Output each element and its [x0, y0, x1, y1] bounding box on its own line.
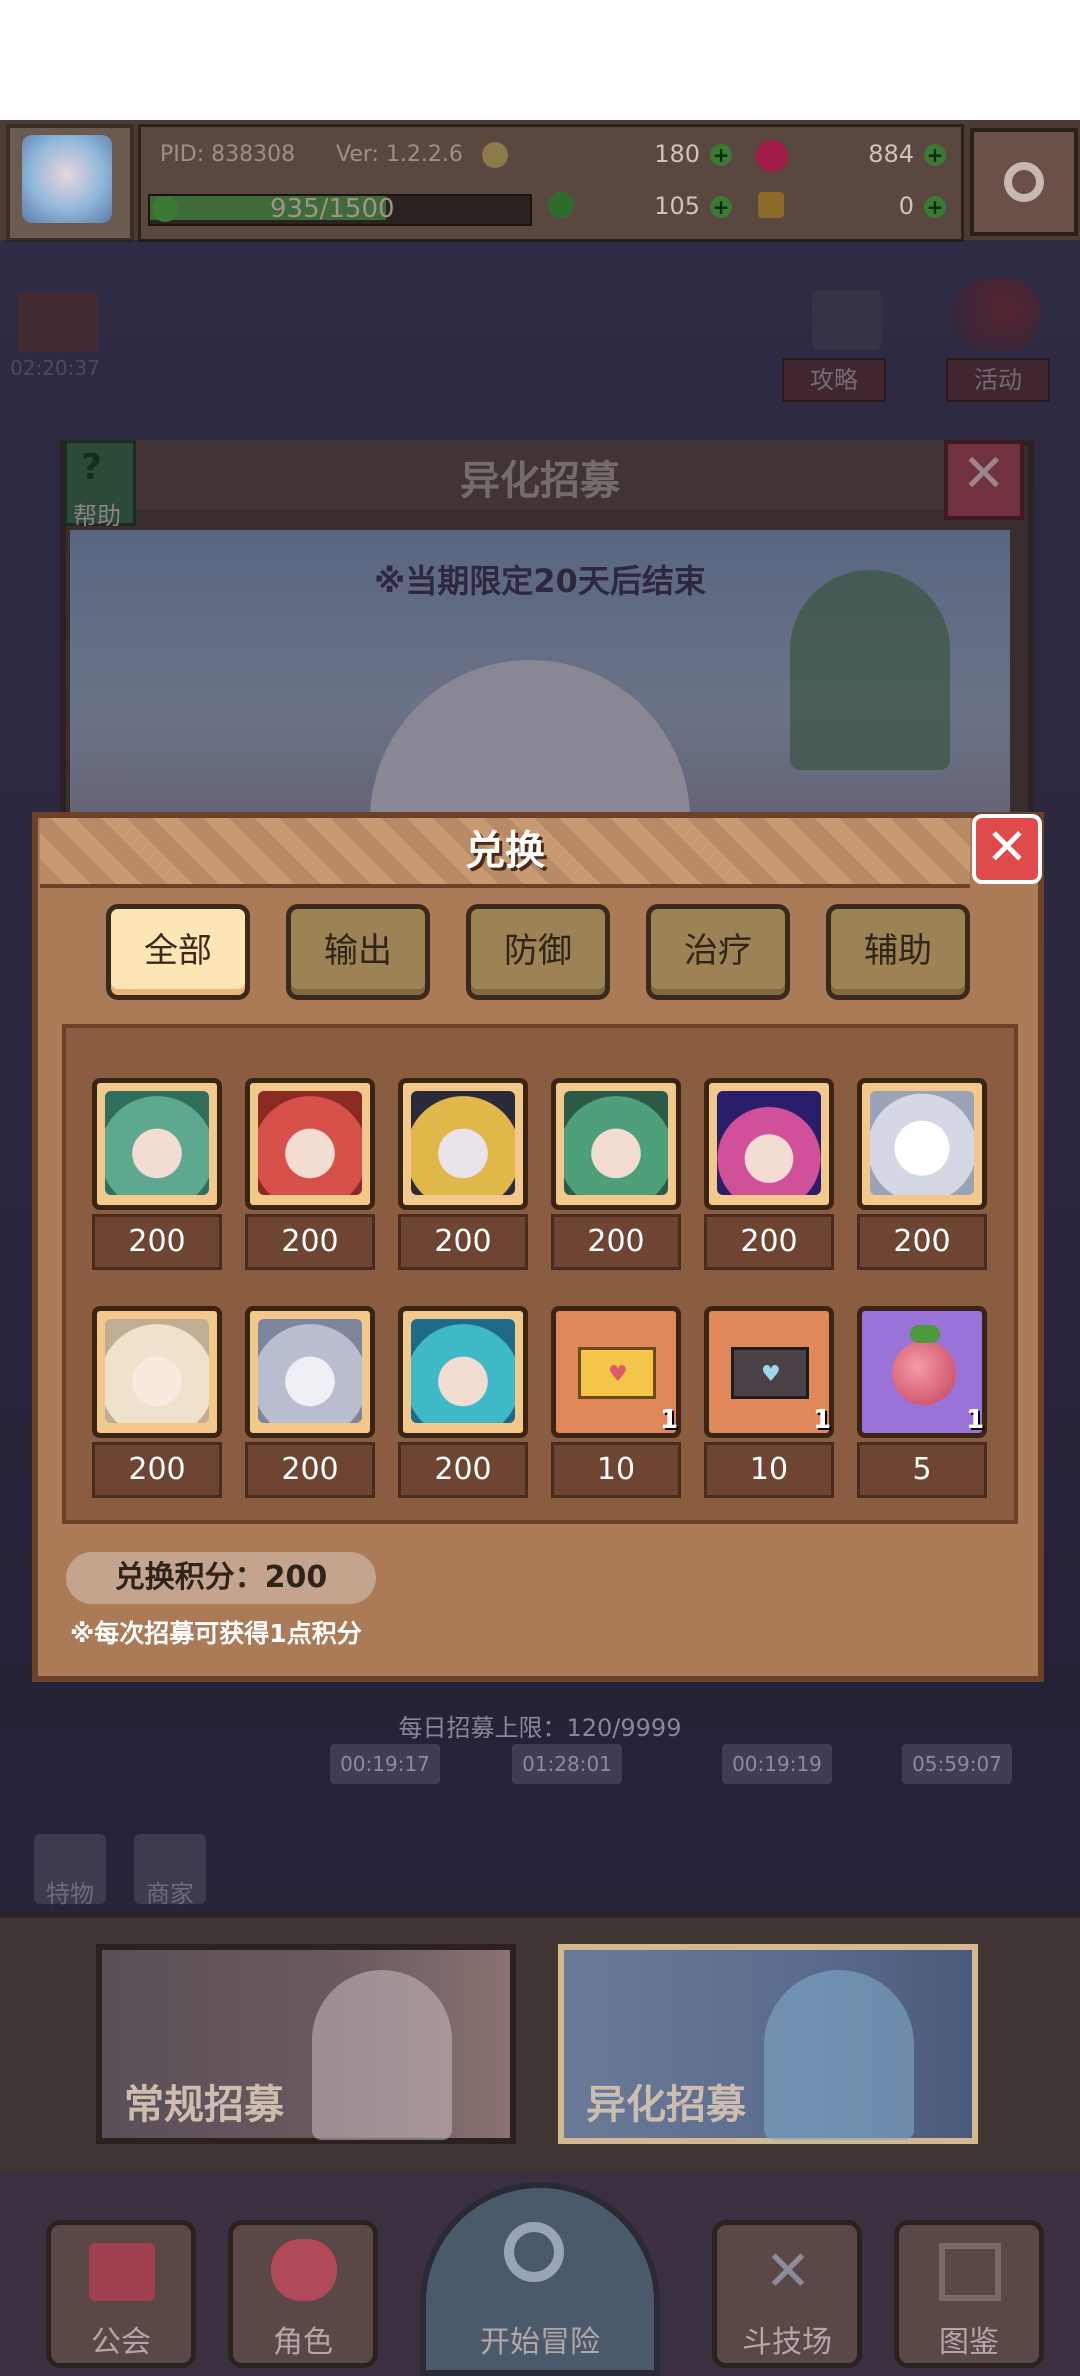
red-hair-hero-portrait — [258, 1091, 362, 1195]
tab-all[interactable]: 全部 — [106, 904, 250, 1000]
coin-icon — [482, 142, 508, 168]
leaf-icon — [152, 196, 178, 222]
teal-hair-hero-portrait — [411, 1319, 515, 1423]
tab-healing[interactable]: 治疗 — [646, 904, 790, 1000]
exchange-item-9[interactable] — [398, 1306, 528, 1438]
nav-characters-label: 角色 — [273, 2325, 333, 2360]
item-price: 200 — [857, 1214, 987, 1270]
item-price: 200 — [704, 1214, 834, 1270]
exchange-item-7[interactable] — [92, 1306, 222, 1438]
nav-guild-label: 公会 — [91, 2325, 151, 2360]
exchange-item-4[interactable] — [551, 1078, 681, 1210]
pink-fruit-icon — [892, 1341, 956, 1405]
tab-defense[interactable]: 防御 — [466, 904, 610, 1000]
white-spirit-hero-portrait — [870, 1091, 974, 1195]
timer-3: 00:19:19 — [722, 1744, 832, 1784]
book-icon — [939, 2243, 1001, 2301]
gold-letter-icon: ♥ — [578, 1347, 656, 1399]
green-hair-hero-portrait — [105, 1091, 209, 1195]
item-price: 200 — [92, 1214, 222, 1270]
crossed-swords-icon: ✕ — [764, 2239, 812, 2304]
add-key-button[interactable]: + — [924, 196, 946, 218]
exchange-item-5[interactable] — [704, 1078, 834, 1210]
side-button-merchant[interactable]: 商家 — [134, 1834, 206, 1908]
cream-hair-hero-portrait — [105, 1319, 209, 1423]
add-leaf-button[interactable]: + — [710, 196, 732, 218]
nav-arena-label: 斗技场 — [742, 2325, 832, 2360]
game-version: Ver: 1.2.2.6 — [336, 142, 463, 167]
item-price: 5 — [857, 1442, 987, 1498]
exchange-close-button[interactable]: ✕ — [972, 814, 1042, 884]
add-clover-button[interactable]: + — [710, 144, 732, 166]
timer-1: 00:19:17 — [330, 1744, 440, 1784]
status-bar-area — [0, 0, 1080, 120]
exchange-dialog-title: 兑换 — [465, 828, 545, 874]
purple-starry-hero-portrait — [717, 1091, 821, 1195]
gem-count: 884 — [868, 140, 914, 168]
tab-damage[interactable]: 输出 — [286, 904, 430, 1000]
item-price: 200 — [245, 1442, 375, 1498]
item-quantity: 1 — [660, 1405, 679, 1435]
normal-recruit-character-art — [312, 1970, 452, 2140]
tab-support[interactable]: 辅助 — [826, 904, 970, 1000]
exchange-item-6[interactable] — [857, 1078, 987, 1210]
timer-4: 05:59:07 — [902, 1744, 1012, 1784]
clover-count: 180 — [654, 140, 700, 168]
item-price: 200 — [245, 1214, 375, 1270]
alien-recruit-card[interactable]: 异化招募 — [558, 1944, 978, 2144]
exchange-points: 兑换积分：200 — [66, 1552, 376, 1604]
blonde-gold-hero-portrait — [411, 1091, 515, 1195]
close-icon: ✕ — [986, 818, 1028, 876]
avatar-portrait — [22, 135, 112, 223]
alien-recruit-label: 异化招募 — [586, 2082, 746, 2128]
search-icon — [504, 2222, 564, 2282]
character-icon — [271, 2239, 337, 2301]
daily-recruit-limit: 每日招募上限：120/9999 — [398, 1714, 682, 1742]
fruit-leaf-icon — [910, 1325, 940, 1343]
dark-letter-icon: ♥ — [731, 1347, 809, 1399]
xp-text: 935/1500 — [270, 194, 395, 224]
item-price: 200 — [92, 1442, 222, 1498]
side-button-items[interactable]: 特物 — [34, 1834, 106, 1908]
exchange-item-8[interactable] — [245, 1306, 375, 1438]
item-price: 10 — [551, 1442, 681, 1498]
timer-2: 01:28:01 — [512, 1744, 622, 1784]
exchange-item-2[interactable] — [245, 1078, 375, 1210]
item-price: 200 — [398, 1442, 528, 1498]
leaf-count: 105 — [654, 192, 700, 220]
exchange-item-12[interactable]: 1 — [857, 1306, 987, 1438]
add-gem-button[interactable]: + — [924, 144, 946, 166]
item-price: 10 — [704, 1442, 834, 1498]
nav-compendium-label: 图鉴 — [939, 2325, 999, 2360]
item-quantity: 1 — [813, 1405, 832, 1435]
nav-start-adventure-label: 开始冒险 — [480, 2325, 600, 2360]
alien-recruit-character-art — [764, 1970, 914, 2140]
exchange-item-11[interactable]: ♥ 1 — [704, 1306, 834, 1438]
key-icon — [758, 192, 784, 218]
player-id: PID: 838308 — [160, 142, 296, 167]
silver-hair-hero-portrait — [258, 1319, 362, 1423]
key-count: 0 — [898, 192, 914, 220]
settings-button[interactable] — [970, 128, 1078, 236]
clover-icon — [548, 192, 574, 218]
guild-shop-icon — [89, 2243, 155, 2301]
normal-recruit-label: 常规招募 — [124, 2082, 284, 2128]
exchange-points-note: ※每次招募可获得1点积分 — [70, 1619, 362, 1648]
item-price: 200 — [551, 1214, 681, 1270]
green-hair-miko-portrait — [564, 1091, 668, 1195]
exchange-item-10[interactable]: ♥ 1 — [551, 1306, 681, 1438]
normal-recruit-card[interactable]: 常规招募 — [96, 1944, 516, 2144]
exchange-item-1[interactable] — [92, 1078, 222, 1210]
gear-icon — [1004, 162, 1044, 202]
item-price: 200 — [398, 1214, 528, 1270]
gem-icon — [756, 140, 788, 172]
exchange-item-3[interactable] — [398, 1078, 528, 1210]
item-quantity: 1 — [966, 1405, 985, 1435]
